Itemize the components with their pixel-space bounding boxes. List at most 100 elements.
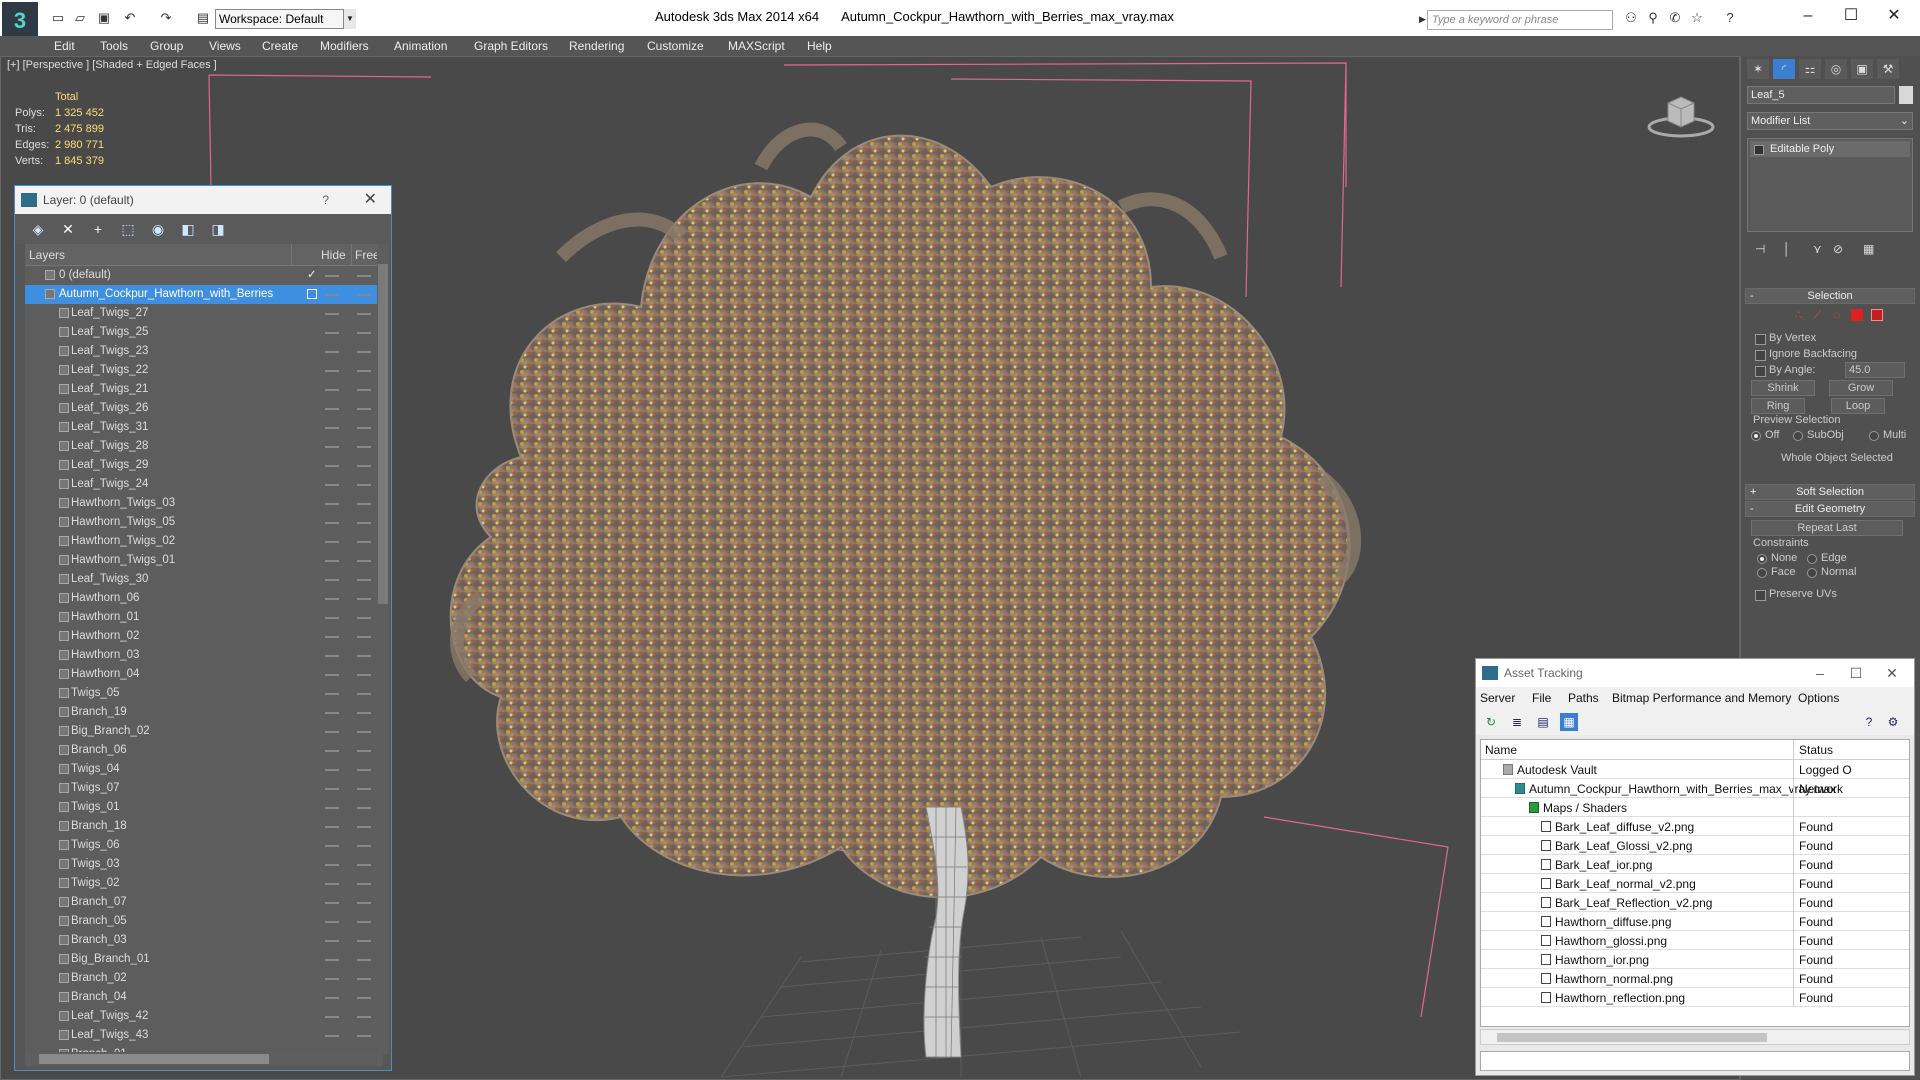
freeze-toggle[interactable] [357, 1016, 371, 1018]
hide-toggle[interactable] [325, 845, 339, 847]
new-file-icon[interactable]: ▭ [50, 10, 66, 26]
layer-row-default[interactable]: 0 (default) ✓ [25, 266, 383, 285]
delete-layer-icon[interactable]: ✕ [59, 220, 77, 238]
freeze-toggle[interactable] [357, 902, 371, 904]
hide-toggle[interactable] [325, 408, 339, 410]
create-tab-icon[interactable]: ✶ [1747, 59, 1769, 79]
hide-toggle[interactable] [325, 370, 339, 372]
selection-rollout[interactable]: - Selection [1745, 288, 1915, 304]
ignore-backfacing-checkbox[interactable]: Ignore Backfacing [1755, 348, 1857, 361]
repeat-last-button[interactable]: Repeat Last [1751, 520, 1903, 536]
motion-tab-icon[interactable]: ◎ [1825, 59, 1847, 79]
project-folder-icon[interactable]: ▤ [195, 10, 211, 26]
layer-row[interactable]: Hawthorn_Twigs_02 [25, 532, 383, 551]
layer-row[interactable]: Leaf_Twigs_24 [25, 475, 383, 494]
preview-multi-radio[interactable]: Multi [1869, 429, 1906, 441]
layer-row[interactable]: Branch_06 [25, 741, 383, 760]
app-logo[interactable]: 3 [2, 2, 38, 40]
asset-tracking-titlebar[interactable]: Asset Tracking – ☐ ✕ [1476, 659, 1914, 687]
preview-off-radio[interactable]: Off [1751, 429, 1779, 441]
column-layers[interactable]: Layers [29, 248, 65, 262]
layer-row-selected[interactable]: Autumn_Cockpur_Hawthorn_with_Berries [25, 285, 383, 304]
hierarchy-tab-icon[interactable]: ⚏ [1799, 59, 1821, 79]
hide-toggle[interactable] [325, 731, 339, 733]
loop-button[interactable]: Loop [1831, 398, 1885, 414]
chevron-down-icon[interactable]: ▼ [343, 9, 356, 29]
search-expand-icon[interactable]: ▶ [1419, 14, 1426, 25]
redo-icon[interactable]: ↷ [158, 10, 174, 26]
binoculars-icon[interactable]: ⚇ [1623, 10, 1639, 26]
show-end-result-icon[interactable]: │ [1783, 242, 1791, 256]
freeze-toggle[interactable] [357, 674, 371, 676]
hide-toggle[interactable] [325, 978, 339, 980]
hide-toggle[interactable] [325, 788, 339, 790]
layer-row[interactable]: Leaf_Twigs_26 [25, 399, 383, 418]
hide-toggle[interactable] [325, 560, 339, 562]
preserve-uvs-checkbox[interactable]: Preserve UVs [1755, 588, 1837, 601]
pin-stack-icon[interactable]: ⊣ [1755, 242, 1765, 256]
asset-row[interactable]: Hawthorn_ior.png Found [1481, 950, 1909, 969]
freeze-toggle[interactable] [357, 845, 371, 847]
hide-all-icon[interactable]: ◧ [179, 220, 197, 238]
menu-maxscript[interactable]: MAXScript [728, 39, 785, 53]
hide-toggle[interactable] [325, 484, 339, 486]
layer-row[interactable]: Branch_18 [25, 817, 383, 836]
hide-toggle[interactable] [325, 503, 339, 505]
freeze-toggle[interactable] [357, 598, 371, 600]
layer-row[interactable]: Hawthorn_Twigs_01 [25, 551, 383, 570]
help-icon[interactable]: ? [1722, 10, 1738, 26]
hide-toggle[interactable] [325, 997, 339, 999]
layer-row[interactable]: Hawthorn_03 [25, 646, 383, 665]
asset-row[interactable]: Hawthorn_glossi.png Found [1481, 931, 1909, 950]
freeze-toggle[interactable] [357, 332, 371, 334]
freeze-toggle[interactable] [357, 503, 371, 505]
freeze-toggle[interactable] [357, 541, 371, 543]
layer-row[interactable]: Twigs_01 [25, 798, 383, 817]
minimize-button[interactable]: – [1788, 4, 1828, 28]
asset-row-file[interactable]: Autumn_Cockpur_Hawthorn_with_Berries_max… [1481, 779, 1909, 798]
remove-modifier-icon[interactable]: ⊘ [1833, 242, 1843, 256]
layer-row[interactable]: Leaf_Twigs_28 [25, 437, 383, 456]
by-angle-checkbox[interactable]: By Angle: [1755, 364, 1815, 377]
hide-toggle[interactable] [325, 883, 339, 885]
freeze-toggle[interactable] [357, 484, 371, 486]
freeze-toggle[interactable] [357, 370, 371, 372]
stack-item-editable-poly[interactable]: Editable Poly [1750, 141, 1910, 157]
layer-row[interactable]: Hawthorn_Twigs_05 [25, 513, 383, 532]
layer-row[interactable]: Leaf_Twigs_21 [25, 380, 383, 399]
menu-animation[interactable]: Animation [394, 39, 447, 53]
minimize-button[interactable]: – [1802, 659, 1838, 687]
object-color-swatch[interactable] [1899, 86, 1913, 104]
asset-row[interactable]: Bark_Leaf_Reflection_v2.png Found [1481, 893, 1909, 912]
vertex-mode-icon[interactable]: ∴ [1795, 308, 1803, 322]
viewcube-icon[interactable] [1646, 89, 1716, 139]
hide-toggle[interactable] [325, 655, 339, 657]
hide-toggle[interactable] [325, 636, 339, 638]
layer-row[interactable]: Branch_19 [25, 703, 383, 722]
layer-row[interactable]: Twigs_04 [25, 760, 383, 779]
layer-row[interactable]: Leaf_Twigs_29 [25, 456, 383, 475]
grow-button[interactable]: Grow [1829, 380, 1893, 396]
menu-options[interactable]: Options [1798, 691, 1839, 705]
layer-row[interactable]: Branch_02 [25, 969, 383, 988]
hide-toggle[interactable] [325, 693, 339, 695]
asset-row[interactable]: Hawthorn_reflection.png Found [1481, 988, 1909, 1007]
menu-server[interactable]: Server [1480, 691, 1515, 705]
layer-row[interactable]: Big_Branch_01 [25, 950, 383, 969]
layer-row[interactable]: Twigs_07 [25, 779, 383, 798]
menu-modifiers[interactable]: Modifiers [320, 39, 369, 53]
hide-toggle[interactable] [325, 826, 339, 828]
freeze-all-icon[interactable]: ◨ [209, 220, 227, 238]
current-layer-box[interactable] [307, 289, 317, 299]
add-to-layer-icon[interactable]: + [89, 220, 107, 238]
menu-tools[interactable]: Tools [100, 39, 128, 53]
freeze-toggle[interactable] [357, 769, 371, 771]
freeze-toggle[interactable] [357, 1035, 371, 1037]
communication-icon[interactable]: ✆ [1667, 10, 1683, 26]
freeze-toggle[interactable] [357, 313, 371, 315]
menu-group[interactable]: Group [150, 39, 183, 53]
layer-row[interactable]: Branch_03 [25, 931, 383, 950]
freeze-toggle[interactable] [357, 617, 371, 619]
hide-toggle[interactable] [325, 332, 339, 334]
edit-geometry-rollout[interactable]: - Edit Geometry [1745, 501, 1915, 517]
